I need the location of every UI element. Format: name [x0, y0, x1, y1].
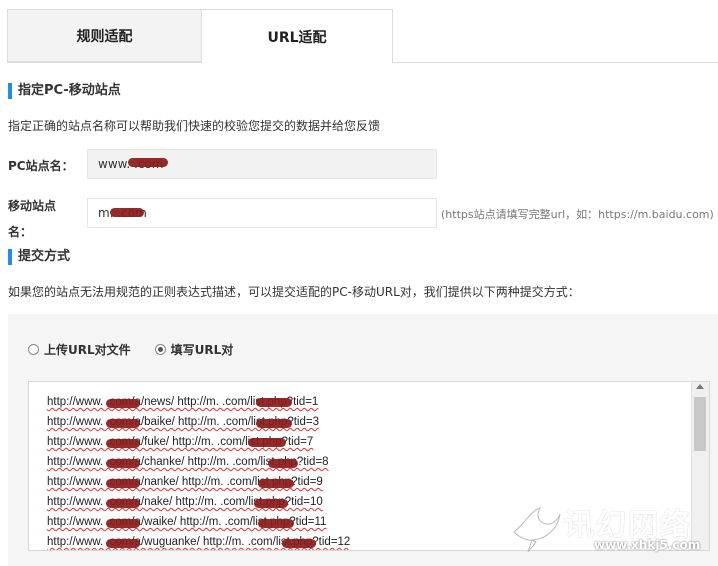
redaction-mark [256, 419, 292, 428]
redaction-mark [106, 499, 140, 508]
radio-upload-file[interactable]: 上传URL对文件 [28, 341, 131, 358]
redaction-mark [110, 208, 144, 217]
watermark-url: www.xhkj5.com [594, 538, 701, 552]
redaction-mark [282, 539, 316, 548]
redaction-mark [268, 459, 298, 468]
bird-logo-icon [513, 507, 561, 553]
redaction-mark [106, 519, 140, 528]
mobile-site-hint: (https站点请填写完整url，如：https://m.baidu.com) [441, 208, 714, 221]
redaction-mark [106, 399, 140, 408]
section-title-site-pair: 指定PC-移动站点 [8, 83, 121, 99]
radio-fill-url-pairs[interactable]: 填写URL对 [154, 341, 234, 358]
section-description: 指定正确的站点名称可以帮助我们快速的校验您提交的数据并给您反馈 [8, 119, 381, 133]
tab-url-adaptation[interactable]: URL适配 [201, 9, 393, 63]
radio-unchecked-icon[interactable] [28, 344, 39, 355]
redaction-mark [256, 398, 292, 407]
tab-divider [393, 62, 718, 63]
redaction-mark [258, 519, 294, 528]
pc-site-label: PC站点名： [8, 159, 74, 173]
mobile-site-label: 移动站点名： [8, 199, 57, 239]
redaction-mark [128, 158, 168, 167]
radio-checked-icon[interactable] [154, 344, 166, 355]
tab-rule-adaptation[interactable]: 规则适配 [7, 9, 202, 62]
redaction-mark [248, 438, 286, 447]
tab-bar: 规则适配 URL适配 [0, 0, 718, 63]
radio-label: 上传URL对文件 [44, 343, 131, 357]
redaction-mark [106, 479, 140, 488]
redaction-mark [106, 539, 140, 548]
submit-method-radio-group: 上传URL对文件 填写URL对 [28, 341, 257, 358]
submit-method-description: 如果您的站点无法用规范的正则表达式描述，可以提交适配的PC-移动URL对，我们提… [8, 285, 580, 299]
redaction-mark [106, 439, 140, 448]
radio-label: 填写URL对 [170, 343, 234, 357]
watermark: 讯幻网络 www.xhkj5.com [508, 498, 708, 558]
section-title-submit-method: 提交方式 [8, 249, 70, 265]
scroll-up-arrow-icon[interactable] [696, 384, 704, 389]
scrollbar-thumb[interactable] [694, 397, 706, 451]
redaction-mark [106, 419, 140, 428]
redaction-mark [258, 479, 294, 488]
redaction-mark [254, 499, 288, 508]
tab-divider [7, 62, 201, 63]
redaction-mark [106, 459, 140, 468]
